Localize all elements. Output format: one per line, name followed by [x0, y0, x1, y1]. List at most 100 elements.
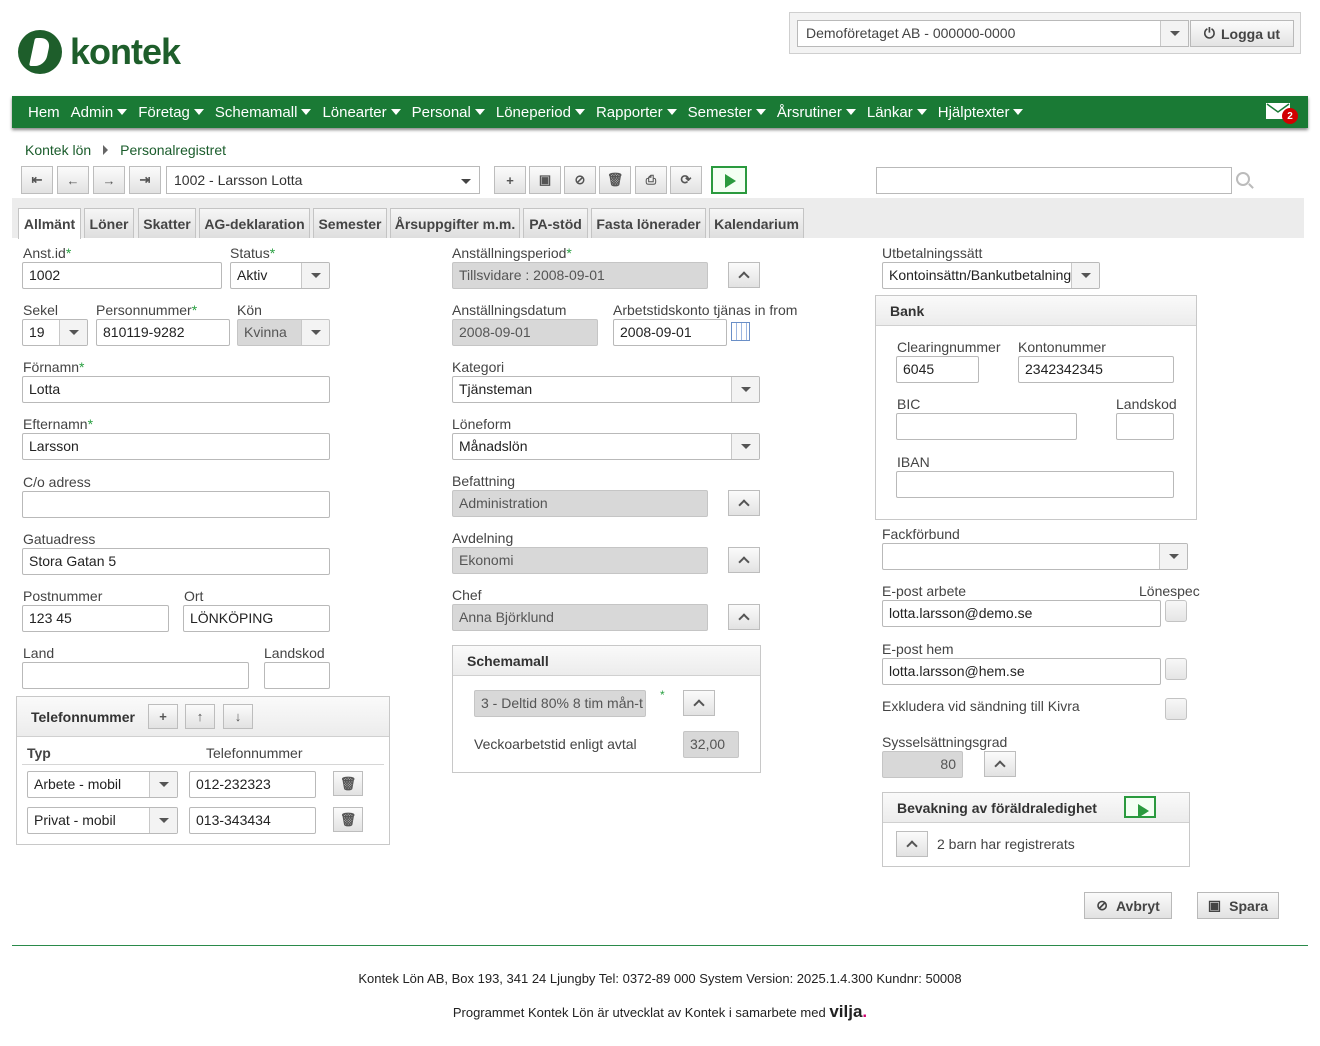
expand-up-button[interactable]: [728, 490, 760, 516]
nav-item-hem[interactable]: Hem: [28, 104, 60, 121]
logout-button[interactable]: ⏻ Logga ut: [1190, 20, 1294, 47]
tab-semester[interactable]: Semester: [313, 208, 387, 238]
move-up-button[interactable]: ↑: [185, 704, 215, 729]
cancel-icon-button[interactable]: ⊘: [564, 166, 596, 194]
expand-up-button[interactable]: [984, 751, 1016, 777]
refresh-icon-button[interactable]: ⟳: [670, 166, 702, 194]
bic-field[interactable]: [896, 413, 1077, 440]
nav-item-hjalptexter[interactable]: Hjälptexter: [938, 104, 1024, 121]
epost-hem-checkbox[interactable]: [1165, 658, 1187, 680]
fackforbund-select[interactable]: [882, 543, 1188, 570]
befattning-label: Befattning: [452, 473, 516, 489]
tab-arsuppgifter[interactable]: Årsuppgifter m.m.: [390, 208, 520, 238]
move-down-button[interactable]: ↓: [223, 704, 253, 729]
nav-item-arsrutiner[interactable]: Årsrutiner: [777, 104, 856, 121]
last-record-button[interactable]: ⇥: [129, 166, 161, 194]
phone-number-field[interactable]: 012-232323: [189, 771, 316, 798]
expand-up-button[interactable]: [683, 690, 715, 716]
status-select[interactable]: Aktiv: [230, 262, 330, 289]
nav-item-lankar[interactable]: Länkar: [867, 104, 927, 121]
nav-item-semester[interactable]: Semester: [688, 104, 766, 121]
veckoarbetstid-label: Veckoarbetstid enligt avtal: [474, 736, 637, 752]
arbetstidskonto-field[interactable]: 2008-09-01: [613, 319, 727, 346]
delete-phone-button[interactable]: 🗑: [333, 807, 363, 832]
iban-field[interactable]: [896, 471, 1174, 498]
loneform-select[interactable]: Månadslön: [452, 433, 760, 460]
anst-id-field[interactable]: 1002: [22, 262, 222, 289]
breadcrumb-personalregistret[interactable]: Personalregistret: [120, 142, 226, 158]
arbetstidskonto-label: Arbetstidskonto tjänas in from: [613, 302, 798, 318]
print-icon-button[interactable]: ⎙: [635, 166, 667, 194]
tab-skatter[interactable]: Skatter: [138, 208, 196, 238]
expand-up-button[interactable]: [728, 604, 760, 630]
lonespec-checkbox[interactable]: [1165, 600, 1187, 622]
cancel-button[interactable]: ⊘ Avbryt: [1084, 892, 1172, 919]
kategori-select[interactable]: Tjänsteman: [452, 376, 760, 403]
tab-loner[interactable]: Löner: [84, 208, 134, 238]
ort-field[interactable]: LÖNKÖPING: [183, 605, 330, 632]
tab-kalendarium[interactable]: Kalendarium: [709, 208, 804, 238]
kon-select[interactable]: Kvinna: [237, 319, 330, 346]
land-field[interactable]: [22, 662, 249, 689]
postnummer-field[interactable]: 123 45: [22, 605, 169, 632]
gatuadress-field[interactable]: Stora Gatan 5: [22, 548, 330, 575]
expand-up-button[interactable]: [728, 262, 760, 288]
delete-icon-button[interactable]: 🗑: [599, 166, 631, 194]
landskod-field[interactable]: [264, 662, 330, 689]
delete-phone-button[interactable]: 🗑: [333, 771, 363, 796]
bank-landskod-field[interactable]: [1116, 413, 1174, 440]
search-input[interactable]: [876, 167, 1232, 194]
nav-item-personal[interactable]: Personal: [412, 104, 485, 121]
search-icon[interactable]: [1236, 172, 1250, 186]
add-button[interactable]: +: [494, 166, 526, 194]
efternamn-field[interactable]: Larsson: [22, 433, 330, 460]
anstallningsdatum-label: Anställningsdatum: [452, 302, 567, 318]
phone-number-field[interactable]: 013-343434: [189, 807, 316, 834]
calendar-icon[interactable]: [731, 322, 750, 341]
personnummer-field[interactable]: 810119-9282: [96, 319, 230, 346]
person-select[interactable]: 1002 - Larsson Lotta: [166, 166, 480, 194]
clearingnummer-field[interactable]: 6045: [896, 356, 979, 383]
breadcrumb-kontek-lon[interactable]: Kontek lön: [25, 142, 91, 158]
expand-up-button[interactable]: [896, 831, 928, 857]
nav-item-lonearter[interactable]: Lönearter: [322, 104, 401, 121]
chevron-down-icon: [731, 434, 759, 459]
nav-item-schemamall[interactable]: Schemamall: [215, 104, 312, 121]
kontonummer-field[interactable]: 2342342345: [1018, 356, 1174, 383]
mail-icon[interactable]: 2: [1266, 103, 1298, 124]
avdelning-label: Avdelning: [452, 530, 514, 546]
nav-item-admin[interactable]: Admin: [71, 104, 128, 121]
tab-allmant[interactable]: Allmänt: [18, 208, 81, 239]
nav-item-rapporter[interactable]: Rapporter: [596, 104, 677, 121]
chevron-down-icon: [59, 320, 87, 345]
sekel-select[interactable]: 19: [22, 319, 88, 346]
add-phone-button[interactable]: +: [148, 704, 178, 729]
save-icon-button[interactable]: ▣: [529, 166, 561, 194]
expand-up-button[interactable]: [728, 547, 760, 573]
nav-item-loneperiod[interactable]: Löneperiod: [496, 104, 585, 121]
chevron-down-icon: [1159, 544, 1187, 569]
phone-type-select[interactable]: Privat - mobil: [27, 807, 178, 834]
epost-hem-label: E-post hem: [882, 641, 954, 657]
save-button[interactable]: ▣ Spara: [1197, 892, 1279, 919]
epost-hem-field[interactable]: lotta.larsson@hem.se: [882, 658, 1161, 685]
tab-pa-stod[interactable]: PA-stöd: [523, 208, 588, 238]
nav-item-foretag[interactable]: Företag: [138, 104, 204, 121]
tab-fasta-lonerader[interactable]: Fasta lönerader: [591, 208, 706, 238]
phone-type-select[interactable]: Arbete - mobil: [27, 771, 178, 798]
fornamn-field[interactable]: Lotta: [22, 376, 330, 403]
col-typ: Typ: [27, 745, 51, 761]
prev-record-button[interactable]: ←: [57, 166, 89, 194]
tab-ag-deklaration[interactable]: AG-deklaration: [199, 208, 310, 238]
first-record-button[interactable]: ⇤: [21, 166, 53, 194]
company-select[interactable]: Demoföretaget AB - 000000-0000: [797, 20, 1189, 47]
chevron-down-icon[interactable]: [1160, 21, 1188, 46]
utbetalningssatt-select[interactable]: Kontoinsättn/Bankutbetalning: [882, 262, 1100, 289]
exkludera-kivra-checkbox[interactable]: [1165, 698, 1187, 720]
video-help-icon[interactable]: [711, 166, 747, 194]
loneform-label: Löneform: [452, 416, 512, 432]
video-help-icon[interactable]: [1124, 796, 1156, 818]
co-adress-field[interactable]: [22, 491, 330, 518]
epost-arbete-field[interactable]: lotta.larsson@demo.se: [882, 600, 1161, 627]
next-record-button[interactable]: →: [93, 166, 125, 194]
